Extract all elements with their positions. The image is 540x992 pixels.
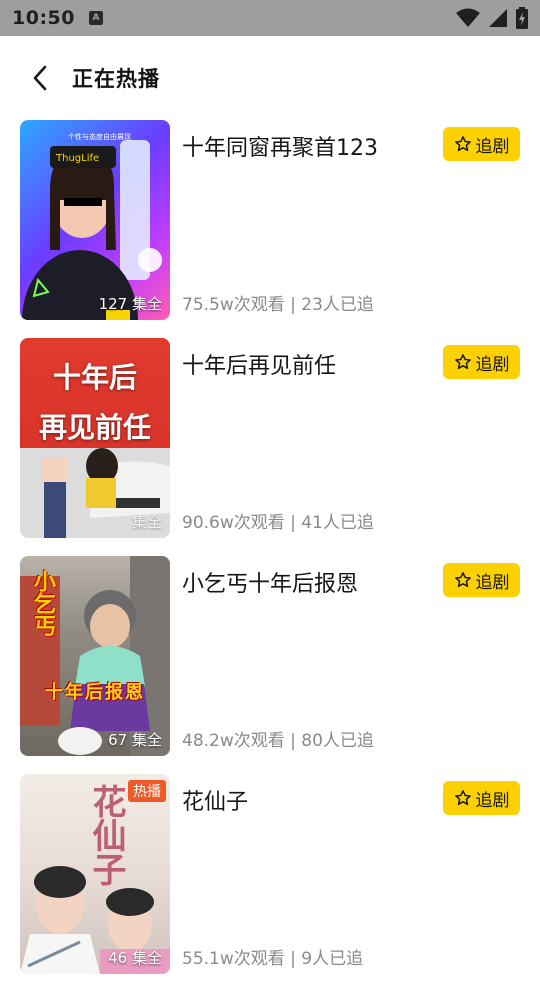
episode-count-badge: 集全 <box>131 513 162 531</box>
thumbnail-image: 花仙子 <box>20 774 170 974</box>
thumbnail-text-line1: 十年后 <box>52 361 137 394</box>
drama-thumbnail[interactable]: 个性与态度自由展现 ThugLife 127 集全 <box>20 120 170 320</box>
follow-button[interactable]: 追剧 <box>443 345 520 379</box>
list-item[interactable]: 花仙子 热播 46 集全 花仙子 追剧 55.1w次观看 | 9人已追 <box>0 774 540 992</box>
drama-list: 个性与态度自由展现 ThugLife 127 集全 十年同窗再聚首123 追剧 … <box>0 120 540 992</box>
drama-thumbnail[interactable]: 花仙子 热播 46 集全 <box>20 774 170 974</box>
view-stats: 48.2w次观看 | 80人已追 <box>182 731 374 751</box>
thumbnail-calligraphy: 花仙子 <box>86 784 126 886</box>
thumbnail-horizontal-text: 十年后报恩 <box>45 682 145 703</box>
svg-text:ThugLife: ThugLife <box>55 153 99 164</box>
drama-title[interactable]: 小乞丐十年后报恩 <box>182 566 358 598</box>
hot-badge: 热播 <box>128 780 166 802</box>
status-icons <box>456 7 528 29</box>
page-title: 正在热播 <box>72 67 160 91</box>
episode-count-badge: 46 集全 <box>108 949 162 967</box>
follow-button[interactable]: 追剧 <box>443 563 520 597</box>
app-notification-icon: A <box>88 11 103 25</box>
drama-thumbnail[interactable]: 十年后 再见前任 集全 <box>20 338 170 538</box>
follow-label: 追剧 <box>475 136 510 157</box>
follow-label: 追剧 <box>475 354 510 375</box>
drama-title[interactable]: 十年同窗再聚首123 <box>182 130 378 162</box>
page-header: 正在热播 <box>0 36 540 120</box>
thumbnail-image: 个性与态度自由展现 ThugLife <box>20 120 170 320</box>
thumbnail-text-line2: 再见前任 <box>38 411 151 444</box>
episode-count-badge: 127 集全 <box>98 295 162 313</box>
view-stats: 55.1w次观看 | 9人已追 <box>182 949 364 969</box>
thumbnail-image: 十年后 再见前任 <box>20 338 170 538</box>
follow-button[interactable]: 追剧 <box>443 127 520 161</box>
episode-count-badge: 67 集全 <box>108 731 162 749</box>
drama-title[interactable]: 花仙子 <box>182 784 248 816</box>
list-item[interactable]: 十年后 再见前任 集全 十年后再见前任 追剧 90.6w次观看 | 41人已追 <box>0 338 540 556</box>
status-bar: 10:50 A <box>0 0 540 36</box>
chevron-left-icon <box>33 65 47 91</box>
cell-signal-icon <box>489 9 507 27</box>
view-stats: 90.6w次观看 | 41人已追 <box>182 513 374 533</box>
star-icon <box>454 572 471 588</box>
star-icon <box>454 354 471 370</box>
view-stats: 75.5w次观看 | 23人已追 <box>182 295 374 315</box>
follow-label: 追剧 <box>475 790 510 811</box>
drama-title[interactable]: 十年后再见前任 <box>182 348 336 380</box>
battery-icon <box>516 7 528 29</box>
follow-label: 追剧 <box>475 572 510 593</box>
star-icon <box>454 790 471 806</box>
thumbnail-image: 小乞丐 十年后报恩 <box>20 556 170 756</box>
back-button[interactable] <box>10 48 70 108</box>
follow-button[interactable]: 追剧 <box>443 781 520 815</box>
drama-thumbnail[interactable]: 小乞丐 十年后报恩 67 集全 <box>20 556 170 756</box>
wifi-icon <box>456 8 480 27</box>
list-item[interactable]: 小乞丐 十年后报恩 67 集全 小乞丐十年后报恩 追剧 48.2w次观看 | 8… <box>0 556 540 774</box>
list-item[interactable]: 个性与态度自由展现 ThugLife 127 集全 十年同窗再聚首123 追剧 … <box>0 120 540 338</box>
thumbnail-vertical-text: 小乞丐 <box>30 570 55 636</box>
star-icon <box>454 136 471 152</box>
status-time: 10:50 <box>12 7 75 29</box>
